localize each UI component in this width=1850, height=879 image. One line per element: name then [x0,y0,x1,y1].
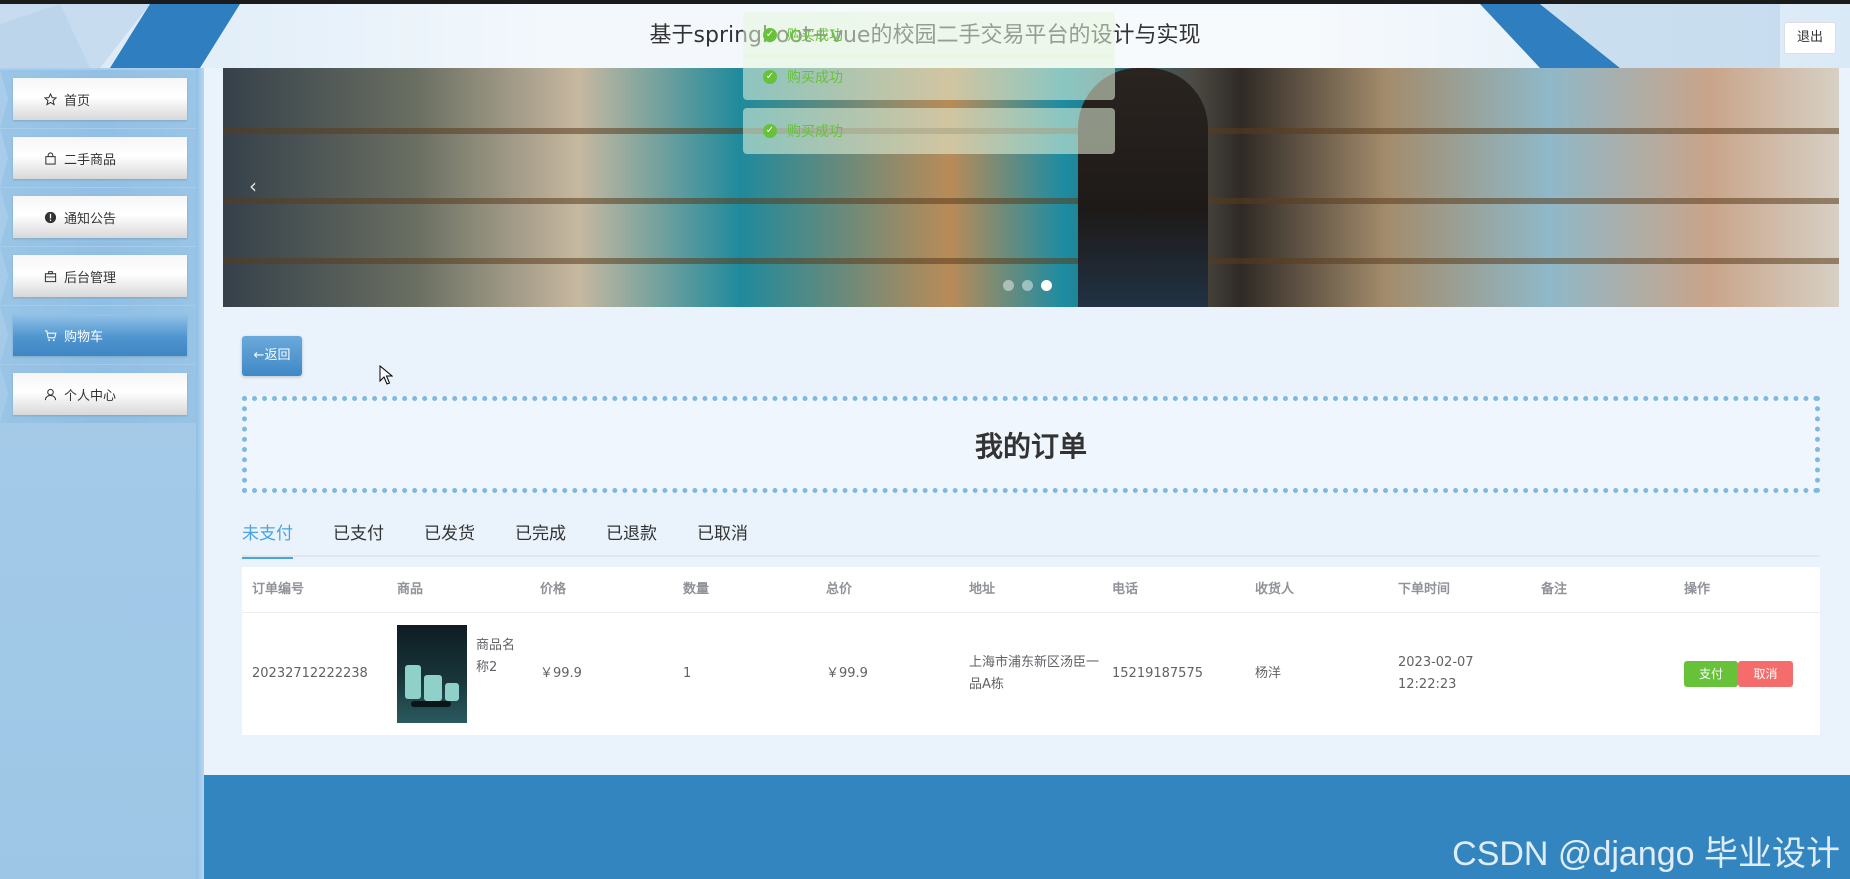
tab-paid[interactable]: 已支付 [333,511,384,557]
cart-icon [43,328,57,342]
check-circle-icon: ✓ [763,124,777,138]
actions-cell: 支付 取消 [1674,661,1820,687]
tab-unpaid[interactable]: 未支付 [242,511,293,559]
info-icon [43,210,57,224]
column-header: 商品 [397,582,424,597]
sidebar-item-label: 后台管理 [64,270,117,286]
sidebar-item-label: 二手商品 [64,152,117,168]
column-header: 收货人 [1255,582,1295,597]
carousel-prev-arrow-icon[interactable]: ‹ [239,172,267,200]
bag-icon [43,151,57,165]
banner-shelf [223,258,1839,264]
sidebar-item-notices[interactable]: 通知公告 [0,188,204,246]
logout-button[interactable]: 退出 [1784,22,1836,54]
column-header: 总价 [826,582,853,597]
sidebar-item-label: 购物车 [64,329,104,345]
order-time: 2023-02-07 12:22:23 [1398,655,1474,692]
column-header: 操作 [1684,582,1711,597]
column-header: 数量 [683,582,710,597]
receiver: 杨洋 [1255,666,1282,681]
briefcase-icon [43,269,57,283]
cancel-order-button[interactable]: 取消 [1738,661,1793,687]
column-header: 电话 [1112,582,1139,597]
sidebar: 首页 二手商品 通知公告 后台管理 购物车 个人中心 [0,68,204,879]
mouse-cursor-icon [379,365,393,385]
sidebar-item-label: 首页 [64,93,91,109]
watermark-text: CSDN @django 毕业设计 [1452,835,1840,873]
toast-message: ✓ 购买成功 [743,54,1115,100]
banner-photo-person [1078,68,1208,307]
banner-carousel[interactable]: ‹ [223,68,1839,307]
table-header: 订单编号 商品 价格 数量 总价 地址 电话 收货人 下单时间 备注 操作 [242,567,1820,613]
page-title: 我的订单 [974,429,1087,463]
toast-message: ✓ 购买成功 [743,12,1115,58]
table-row: 20232712222238 商品名称2 ￥99.9 1 ￥99.9 上海市浦东… [242,613,1820,735]
quantity: 1 [683,666,692,681]
toast-message: ✓ 购买成功 [743,108,1115,154]
sidebar-item-home[interactable]: 首页 [0,70,204,128]
column-header: 订单编号 [252,582,305,597]
phone: 15219187575 [1112,666,1203,681]
carousel-dot[interactable] [1022,280,1033,291]
product-name: 商品名称2 [476,638,516,675]
column-header: 地址 [969,582,996,597]
sidebar-item-secondhand-goods[interactable]: 二手商品 [0,129,204,187]
carousel-dot-active[interactable] [1041,280,1052,291]
column-header: 价格 [540,582,567,597]
user-icon [43,387,57,401]
sidebar-item-admin[interactable]: 后台管理 [0,247,204,305]
order-number: 20232712222238 [252,666,368,681]
main-content: ←返回 我的订单 未支付 已支付 已发货 已完成 已退款 已取消 订单编号 商品… [204,307,1850,775]
tab-cancelled[interactable]: 已取消 [697,511,748,557]
check-circle-icon: ✓ [763,28,777,42]
sidebar-item-profile[interactable]: 个人中心 [0,365,204,423]
carousel-dot[interactable] [1003,280,1014,291]
orders-table: 订单编号 商品 价格 数量 总价 地址 电话 收货人 下单时间 备注 操作 20… [242,567,1820,735]
star-icon [43,92,57,106]
carousel-indicators [1003,280,1052,291]
total-price: ￥99.9 [826,666,868,681]
pay-button[interactable]: 支付 [1684,661,1738,687]
tab-shipped[interactable]: 已发货 [424,511,475,557]
sidebar-item-label: 个人中心 [64,388,117,404]
product-thumbnail [397,625,467,723]
sidebar-item-label: 通知公告 [64,211,117,227]
tab-completed[interactable]: 已完成 [515,511,566,557]
product-cell: 商品名称2 [387,625,530,723]
column-header: 备注 [1541,582,1568,597]
tab-refunded[interactable]: 已退款 [606,511,657,557]
banner-shelf [223,198,1839,204]
back-button[interactable]: ←返回 [242,336,302,376]
price: ￥99.9 [540,666,582,681]
page-title-box: 我的订单 [242,396,1820,493]
check-circle-icon: ✓ [763,70,777,84]
sidebar-item-cart[interactable]: 购物车 [0,306,204,364]
address: 上海市浦东新区汤臣一品A栋 [969,655,1100,692]
column-header: 下单时间 [1398,582,1451,597]
order-status-tabs: 未支付 已支付 已发货 已完成 已退款 已取消 [242,511,1820,559]
